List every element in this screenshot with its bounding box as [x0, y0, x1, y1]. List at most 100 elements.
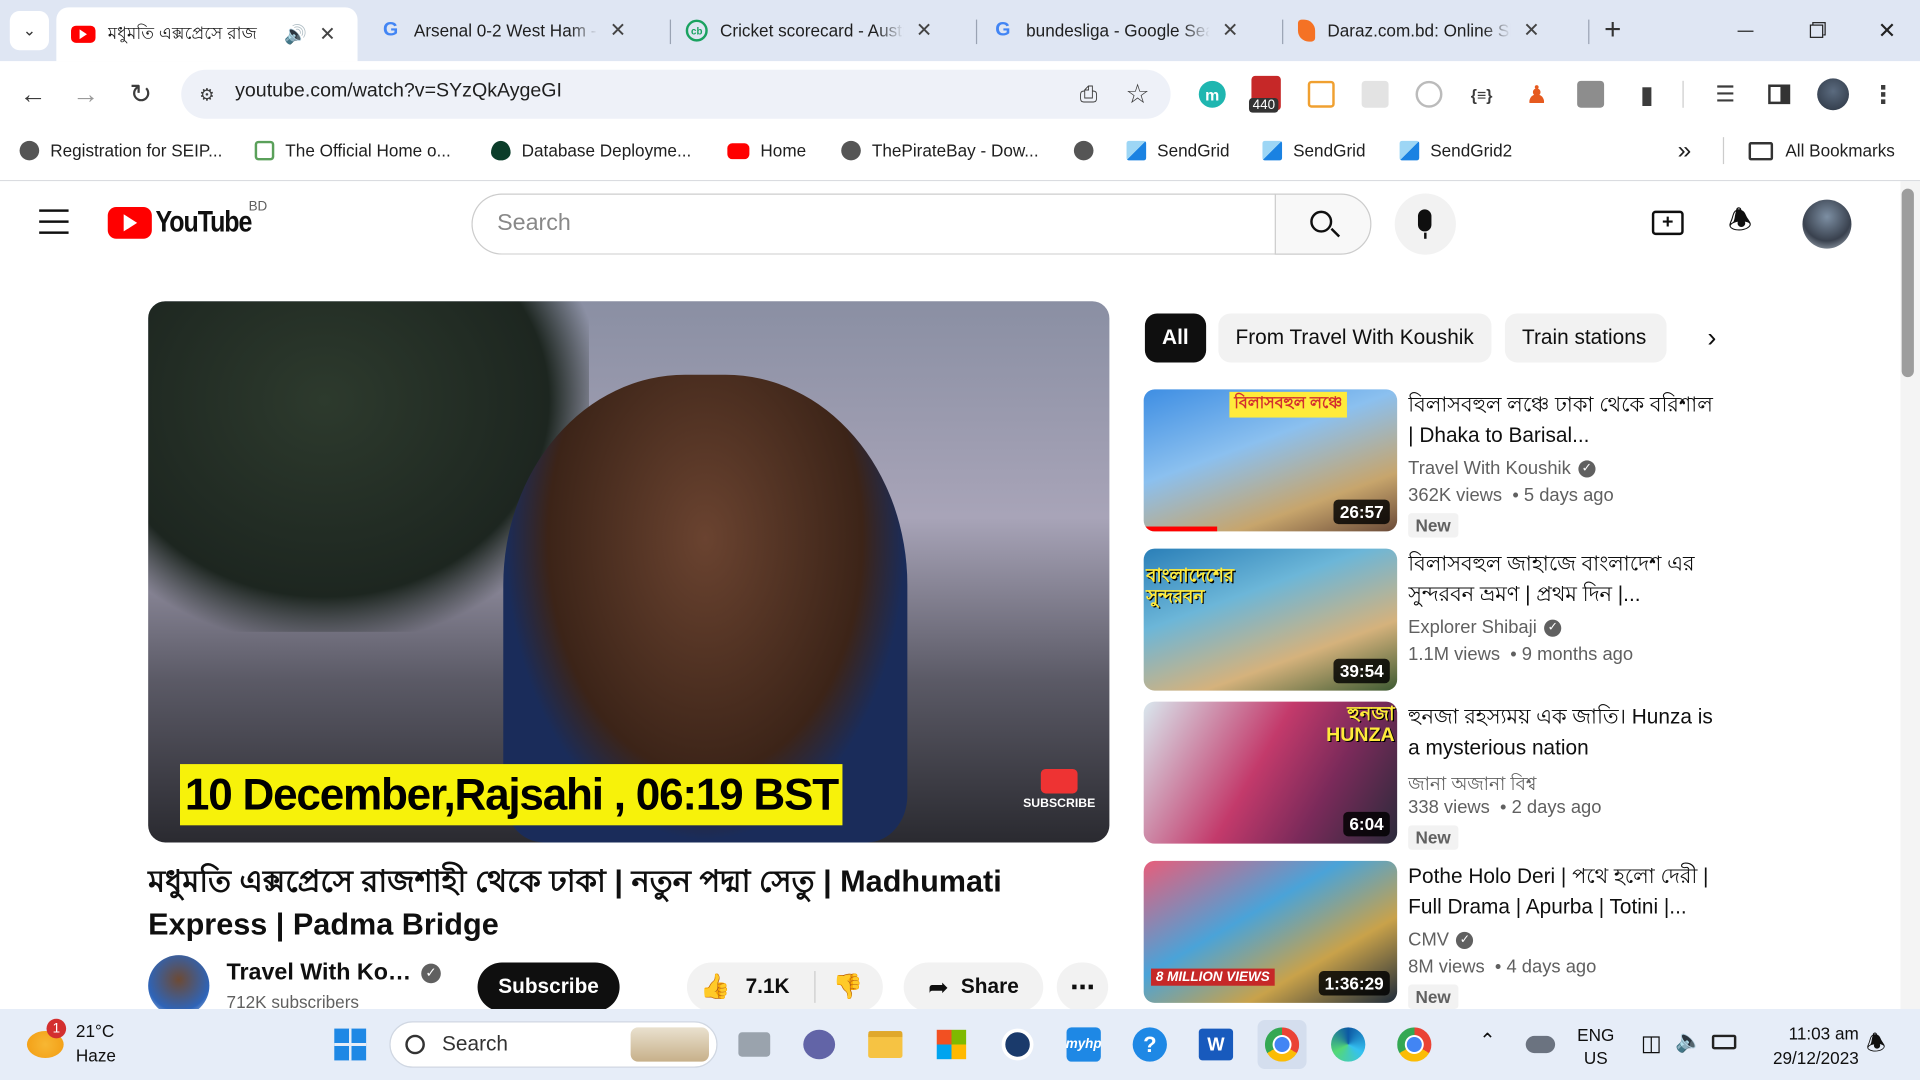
show-hidden-icons-button[interactable]: ⌃	[1479, 1029, 1495, 1053]
chip-all[interactable]: All	[1144, 313, 1206, 363]
close-tab-icon[interactable]: ✕	[319, 22, 335, 46]
edge-icon[interactable]	[1324, 1020, 1373, 1069]
speaker-icon[interactable]: 🔊	[284, 23, 307, 45]
teams-chat-icon[interactable]	[795, 1020, 844, 1069]
video-card-title[interactable]: Pothe Holo Deri | পথে হলো দেরী | Full Dr…	[1408, 861, 1714, 922]
video-card-channel[interactable]: CMV ✓	[1408, 929, 1474, 950]
site-info-icon[interactable]: ⚙	[193, 81, 220, 108]
chip-from-channel[interactable]: From Travel With Koushik	[1218, 313, 1491, 363]
close-tab-icon[interactable]: ✕	[916, 18, 932, 42]
edge-wifi-app-icon[interactable]	[993, 1020, 1042, 1069]
bookmark-item[interactable]: SendGrid2	[1399, 137, 1512, 164]
task-view-icon[interactable]	[730, 1020, 779, 1069]
extension-braces-icon[interactable]: {≡}	[1467, 81, 1496, 108]
battery-icon[interactable]	[1711, 1034, 1737, 1050]
share-button[interactable]: ➦ Share	[903, 962, 1044, 1012]
close-window-button[interactable]: ✕	[1869, 15, 1906, 47]
extension-m-icon[interactable]: m	[1198, 80, 1226, 108]
youtube-logo[interactable]: YouTube	[107, 206, 269, 240]
profile-avatar[interactable]	[1817, 78, 1849, 111]
bookmark-item[interactable]: Database Deployme...	[491, 137, 691, 164]
video-thumbnail[interactable]: 8 MILLION VIEWS 1:36:29	[1143, 860, 1398, 1003]
extension-grey-icon[interactable]	[1361, 80, 1389, 108]
user-avatar[interactable]	[1802, 199, 1852, 249]
bookmark-item[interactable]: Home	[727, 137, 806, 164]
scrollbar-thumb[interactable]	[1901, 188, 1914, 378]
channel-name[interactable]: Travel With Kou...	[227, 960, 418, 987]
video-card-channel[interactable]: Explorer Shibaji ✓	[1408, 617, 1562, 638]
back-button[interactable]: ←	[17, 78, 49, 110]
volume-icon[interactable]: 🔈	[1675, 1029, 1702, 1055]
bookmark-item[interactable]: The Official Home o...	[254, 137, 451, 164]
channel-avatar[interactable]	[148, 955, 210, 1017]
tab-daraz[interactable]: Daraz.com.bd: Online Sh ✕	[1283, 5, 1584, 56]
forward-button[interactable]: →	[70, 78, 102, 110]
video-thumbnail[interactable]: বিলাসবহুল লঞ্চে 26:57	[1143, 389, 1398, 532]
close-tab-icon[interactable]: ✕	[610, 18, 626, 42]
close-tab-icon[interactable]: ✕	[1523, 18, 1539, 42]
language-indicator[interactable]: ENG US	[1577, 1024, 1614, 1071]
bookmark-item[interactable]: SendGrid	[1126, 137, 1230, 164]
subscribe-button[interactable]: Subscribe	[477, 962, 620, 1012]
video-subscribe-watermark[interactable]: SUBSCRIBE	[1023, 768, 1095, 820]
video-player[interactable]: 10 December,Rajsahi , 06:19 BST SUBSCRIB…	[148, 301, 1110, 843]
url-text[interactable]: youtube.com/watch?v=SYzQkAygeGI	[235, 81, 562, 103]
hp-app-icon[interactable]: myhp	[1059, 1020, 1108, 1069]
video-card-title[interactable]: বিলাসবহুল জাহাজে বাংলাদেশ এর সুন্দরবন ভ্…	[1408, 549, 1714, 610]
recommendation-card[interactable]: বিলাসবহুল লঞ্চে 26:57 বিলাসবহুল লঞ্চে ঢা…	[1143, 389, 1720, 538]
bookmark-item[interactable]	[1073, 137, 1094, 164]
wifi-icon[interactable]: ◫	[1641, 1031, 1662, 1057]
video-thumbnail[interactable]: বাংলাদেশের সুন্দরবন 39:54	[1143, 548, 1398, 691]
menu-kebab-icon[interactable]: ⋮	[1871, 78, 1895, 110]
bookmark-item[interactable]: Registration for SEIP...	[19, 137, 223, 164]
more-actions-button[interactable]: ⋯	[1056, 962, 1109, 1012]
extensions-puzzle-icon[interactable]: ▮	[1631, 78, 1663, 110]
tab-bundesliga[interactable]: G bundesliga - Google Sear ✕	[977, 5, 1278, 56]
video-card-channel[interactable]: Travel With Koushik ✓	[1408, 458, 1596, 479]
recommendation-card[interactable]: 8 MILLION VIEWS 1:36:29 Pothe Holo Deri …	[1143, 860, 1720, 1009]
chip-train-stations[interactable]: Train stations	[1504, 313, 1667, 363]
chrome-icon[interactable]	[1257, 1020, 1307, 1069]
file-explorer-icon[interactable]	[861, 1020, 910, 1069]
bookmark-star-icon[interactable]: ☆	[1122, 78, 1154, 110]
chips-next-button[interactable]: ›	[1695, 321, 1729, 355]
system-clock[interactable]: 11:03 am 29/12/2023	[1753, 1021, 1859, 1070]
onedrive-cloud-icon[interactable]	[1525, 1035, 1556, 1054]
side-panel-icon[interactable]	[1763, 78, 1795, 110]
media-control-icon[interactable]: ☰	[1709, 78, 1741, 110]
search-button[interactable]	[1274, 193, 1372, 255]
extension-photo-icon[interactable]	[1577, 80, 1605, 108]
tab-cricket[interactable]: cb Cricket scorecard - Austra ✕	[671, 5, 972, 56]
get-help-icon[interactable]: ?	[1125, 1020, 1174, 1069]
install-app-icon[interactable]: ⎙	[1073, 78, 1105, 110]
voice-search-button[interactable]	[1394, 193, 1456, 255]
extension-circle-icon[interactable]	[1415, 80, 1443, 108]
recommendation-card[interactable]: হুনজা HUNZA 6:04 হুনজা রহস্যময় এক জাতি।…	[1143, 701, 1720, 850]
tab-youtube[interactable]: মধুমতি এক্সপ্রেসে রাজ 🔊 ✕	[56, 7, 358, 62]
extension-square-icon[interactable]	[1307, 80, 1335, 108]
search-input[interactable]: Search	[471, 193, 1276, 255]
hamburger-menu-icon[interactable]	[39, 209, 69, 234]
bookmark-item[interactable]: ThePirateBay - Dow...	[841, 137, 1039, 164]
restore-button[interactable]	[1798, 15, 1835, 47]
word-icon[interactable]: W	[1191, 1020, 1240, 1069]
extension-figure-icon[interactable]: ♟	[1523, 78, 1550, 110]
minimize-button[interactable]	[1727, 15, 1764, 47]
recommendation-card[interactable]: বাংলাদেশের সুন্দরবন 39:54 বিলাসবহুল জাহা…	[1143, 548, 1720, 693]
create-video-icon[interactable]: +	[1651, 210, 1684, 236]
tab-arsenal[interactable]: G Arsenal 0-2 West Ham - G ✕	[365, 5, 666, 56]
notifications-bell-icon[interactable]: 🕭	[1728, 205, 1752, 235]
close-tab-icon[interactable]: ✕	[1222, 18, 1238, 42]
notification-bell-icon[interactable]: 🕭	[1866, 1029, 1886, 1066]
all-bookmarks-button[interactable]: All Bookmarks	[1748, 137, 1895, 164]
weather-widget[interactable]: 1 21°C Haze	[24, 1018, 159, 1070]
reload-button[interactable]: ↻	[125, 78, 157, 110]
dislike-button[interactable]: 👎	[833, 971, 863, 1002]
video-thumbnail[interactable]: হুনজা HUNZA 6:04	[1143, 701, 1398, 844]
new-tab-button[interactable]: +	[1594, 12, 1631, 49]
video-card-title[interactable]: বিলাসবহুল লঞ্চে ঢাকা থেকে বরিশাল | Dhaka…	[1408, 389, 1714, 450]
taskbar-search[interactable]: Search	[389, 1021, 718, 1068]
video-card-title[interactable]: হুনজা রহস্যময় এক জাতি। Hunza is a myste…	[1408, 702, 1714, 763]
windows-start-button[interactable]	[326, 1020, 375, 1069]
bookmark-item[interactable]: SendGrid	[1262, 137, 1366, 164]
